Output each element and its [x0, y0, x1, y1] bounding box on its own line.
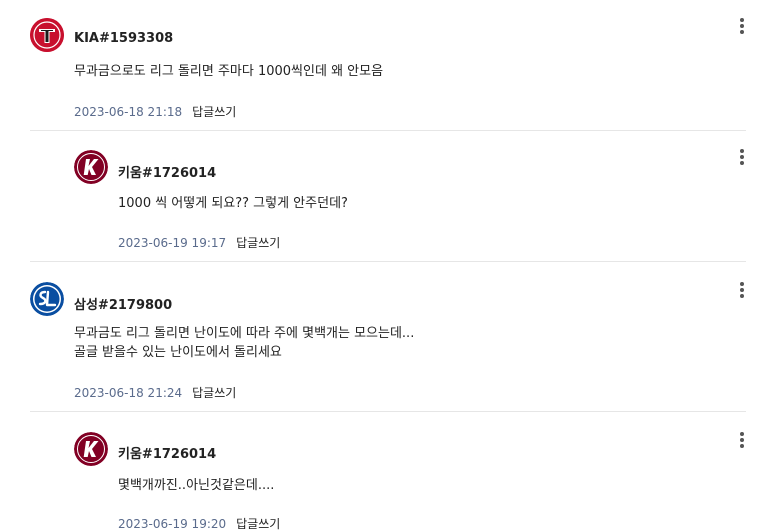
comment-item: 삼성#2179800 무과금도 리그 돌리면 난이도에 따라 주에 몇백개는 모… — [0, 262, 760, 412]
comment-author[interactable]: KIA#1593308 — [74, 31, 173, 46]
comment-text: 1000 씩 어떻게 되요?? 그렇게 안주던데? — [118, 196, 348, 211]
comment-author[interactable]: 키움#1726014 — [118, 443, 216, 462]
comment-text: 무과금으로도 리그 돌리면 주마다 1000씩인데 왜 안모음 — [74, 64, 384, 79]
tigers-logo-icon — [30, 18, 64, 52]
comment-meta: 2023-06-19 19:20 답글쓰기 — [118, 515, 280, 532]
comment-author[interactable]: 삼성#2179800 — [74, 294, 172, 313]
reply-item: 키움#1726014 몇백개까진..아닌것같은데.... 2023-06-19 … — [0, 412, 760, 532]
reply-button[interactable]: 답글쓰기 — [236, 236, 280, 250]
more-options-icon[interactable] — [737, 147, 747, 167]
comment-item: KIA#1593308 무과금으로도 리그 돌리면 주마다 1000씩인데 왜 … — [0, 0, 760, 131]
comment-meta: 2023-06-19 19:17 답글쓰기 — [118, 234, 280, 251]
reply-item: 키움#1726014 1000 씩 어떻게 되요?? 그렇게 안주던데? 202… — [0, 131, 760, 262]
comment-date: 2023-06-19 19:17 — [118, 236, 227, 250]
comment-date: 2023-06-19 19:20 — [118, 517, 227, 531]
comment-text: 몇백개까진..아닌것같은데.... — [118, 478, 275, 493]
comment-meta: 2023-06-18 21:24 답글쓰기 — [74, 384, 236, 401]
comment-date: 2023-06-18 21:24 — [74, 386, 183, 400]
reply-button[interactable]: 답글쓰기 — [192, 386, 236, 400]
comment-meta: 2023-06-18 21:18 답글쓰기 — [74, 103, 236, 120]
heroes-logo-icon — [74, 150, 108, 184]
lions-logo-icon — [30, 282, 64, 316]
comment-date: 2023-06-18 21:18 — [74, 105, 183, 119]
reply-button[interactable]: 답글쓰기 — [192, 105, 236, 119]
comment-list: KIA#1593308 무과금으로도 리그 돌리면 주마다 1000씩인데 왜 … — [0, 0, 784, 532]
reply-button[interactable]: 답글쓰기 — [236, 517, 280, 531]
team-logo-avatar — [74, 150, 108, 184]
more-options-icon[interactable] — [737, 430, 747, 450]
team-logo-avatar — [74, 432, 108, 466]
more-options-icon[interactable] — [737, 280, 747, 300]
more-options-icon[interactable] — [737, 16, 747, 36]
team-logo-avatar — [30, 282, 64, 316]
team-logo-avatar — [30, 18, 64, 52]
comment-text: 무과금도 리그 돌리면 난이도에 따라 주에 몇백개는 모으는데... 골글 받… — [74, 326, 415, 360]
heroes-logo-icon — [74, 432, 108, 466]
comment-author[interactable]: 키움#1726014 — [118, 162, 216, 181]
